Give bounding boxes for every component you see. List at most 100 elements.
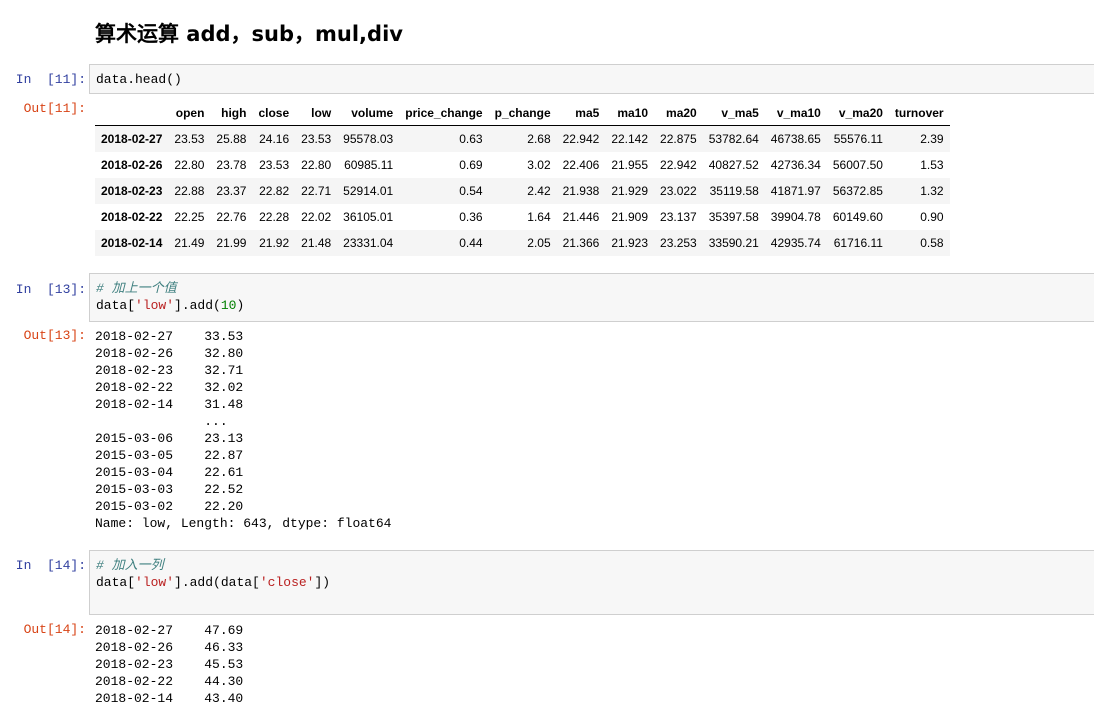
table-cell: 2.68 [527,132,551,146]
column-header: p_change [488,101,557,126]
table-cell: 33590.21 [708,236,759,250]
table-cell: 61716.11 [833,236,883,250]
table-cell: 2.05 [527,236,551,250]
table-cell: 21.366 [562,236,600,250]
table-cell: 21.909 [611,210,649,224]
table-cell: 53782.64 [708,132,759,146]
column-header: ma20 [654,101,703,126]
table-cell: 23.53 [174,132,205,146]
table-cell: 21.49 [174,236,205,250]
table-row: 2018-02-14 21.49 21.99 21.92 21.48 23331.04 0.… [95,230,950,256]
table-cell: 39904.78 [770,210,821,224]
table-cell: 23.53 [259,158,290,172]
code-comment: # 加上一个值 [96,281,177,296]
table-cell: 22.406 [562,158,600,172]
table-cell: 25.88 [216,132,247,146]
output-prompt-13: Out[13]: [23,328,86,343]
table-cell: 41871.97 [770,184,821,198]
table-cell: 21.446 [562,210,600,224]
table-cell: 0.36 [459,210,483,224]
column-header: ma5 [556,101,606,126]
table-cell: 2.39 [920,132,944,146]
table-cell: 42935.74 [770,236,821,250]
section-heading: 算术运算 add，sub，mul,div [95,22,403,46]
table-cell: 21.955 [611,158,649,172]
table-cell: 21.92 [259,236,290,250]
column-header: v_ma5 [702,101,765,126]
table-cell: 22.28 [259,210,290,224]
table-cell: 22.25 [174,210,205,224]
table-row: 2018-02-23 22.88 23.37 22.82 22.71 52914.01 0.… [95,178,950,204]
table-cell: 36105.01 [343,210,394,224]
column-header: v_ma20 [826,101,889,126]
table-cell: 23.78 [216,158,247,172]
table-cell: 0.90 [920,210,944,224]
series-output-13: 2018-02-27 33.53 2018-02-26 32.80 2018-0… [95,329,392,531]
table-header-row: open high close low volume price_change p_chan… [95,101,950,126]
input-prompt-11: In [11]: [15,72,86,87]
table-cell: 35119.58 [709,184,759,198]
code-comment: # 加入一列 [96,558,164,573]
table-row: 2018-02-26 22.80 23.78 23.53 22.80 60985.11 0.… [95,152,950,178]
table-cell: 22.142 [611,132,649,146]
code-text[interactable]: # 加上一个值 data['low'].add(10) [96,280,244,314]
column-header: ma10 [605,101,655,126]
table-cell: 23.253 [660,236,697,250]
table-cell: 22.02 [301,210,332,224]
row-index: 2018-02-26 [101,158,163,172]
table-cell: 22.76 [216,210,247,224]
column-header: high [210,101,253,126]
table-cell: 60985.11 [344,158,394,172]
input-prompt-13: In [13]: [15,282,86,297]
table-cell: 22.942 [562,132,600,146]
code-cell-13[interactable]: # 加上一个值 data['low'].add(10) [89,273,1094,322]
table-cell: 60149.60 [832,210,883,224]
table-cell: 22.82 [259,184,290,198]
table-cell: 0.63 [459,132,483,146]
table-cell: 0.58 [920,236,944,250]
table-cell: 22.71 [301,184,332,198]
table-cell: 35397.58 [708,210,759,224]
table-cell: 1.64 [527,210,551,224]
table-cell: 21.48 [301,236,332,250]
table-cell: 22.88 [174,184,205,198]
table-cell: 23331.04 [343,236,394,250]
dataframe-table: open high close low volume price_change p_chan… [95,101,950,256]
code-cell-11[interactable]: data.head() [89,64,1094,94]
table-cell: 56007.50 [832,158,883,172]
table-cell: 1.32 [920,184,944,198]
code-cell-14[interactable]: # 加入一列 data['low'].add(data['close']) [89,550,1094,615]
table-cell: 21.923 [611,236,649,250]
table-cell: 23.53 [301,132,332,146]
table-cell: 23.37 [216,184,247,198]
table-cell: 46738.65 [770,132,821,146]
table-cell: 3.02 [527,158,551,172]
table-cell: 22.875 [660,132,697,146]
table-cell: 22.80 [174,158,205,172]
column-header: low [295,101,338,126]
index-header [95,101,169,126]
code-text[interactable]: data.head() [96,71,182,88]
table-cell: 52914.01 [343,184,394,198]
row-index: 2018-02-14 [101,236,163,250]
column-header: v_ma10 [764,101,827,126]
input-prompt-14: In [14]: [15,558,86,573]
table-cell: 2.42 [527,184,551,198]
table-cell: 42736.34 [770,158,821,172]
row-index: 2018-02-23 [101,184,163,198]
column-header: close [252,101,296,126]
table-row: 2018-02-22 22.25 22.76 22.28 22.02 36105.01 0.… [95,204,950,230]
row-index: 2018-02-27 [101,132,163,146]
table-cell: 55576.11 [833,132,883,146]
table-cell: 22.942 [660,158,697,172]
table-cell: 0.44 [459,236,483,250]
table-cell: 22.80 [301,158,332,172]
table-cell: 24.16 [259,132,290,146]
column-header: turnover [888,101,950,126]
column-header: volume [337,101,400,126]
table-cell: 1.53 [920,158,944,172]
code-text[interactable]: # 加入一列 data['low'].add(data['close']) [96,557,330,591]
table-cell: 56372.85 [832,184,883,198]
series-output-14: 2018-02-27 47.69 2018-02-26 46.33 2018-0… [95,623,244,706]
table-cell: 23.022 [660,184,697,198]
